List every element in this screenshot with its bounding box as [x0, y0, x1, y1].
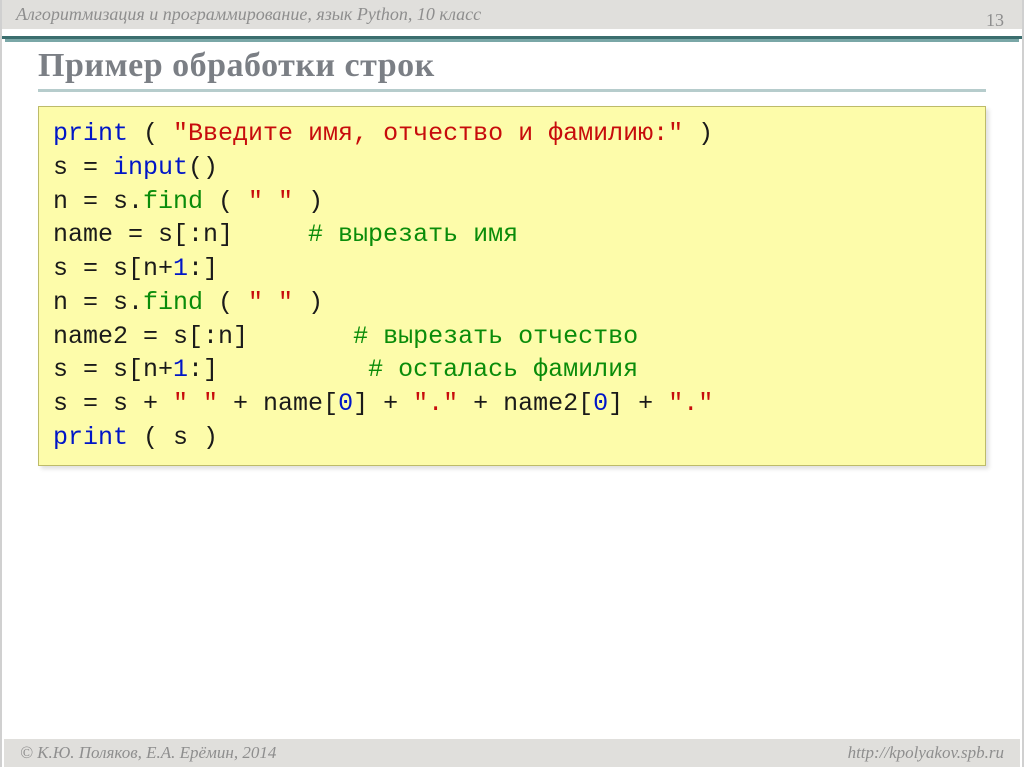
keyword-print: print: [53, 423, 128, 452]
header-divider: [2, 29, 1022, 39]
course-header: Алгоритмизация и программирование, язык …: [2, 0, 1022, 29]
string-literal: " ": [173, 389, 218, 418]
fn-find: find: [143, 288, 203, 317]
code-line-7: name2 = s[:n] # вырезать отчество: [53, 322, 638, 351]
title-underline: [38, 89, 986, 92]
number-literal: 0: [593, 389, 608, 418]
code-line-5: s = s[n+1:]: [53, 254, 218, 283]
code-line-8: s = s[n+1:] # осталась фамилия: [53, 355, 638, 384]
course-label: Алгоритмизация и программирование, язык …: [16, 4, 481, 24]
string-literal: ".": [668, 389, 713, 418]
code-line-9: s = s + " " + name[0] + "." + name2[0] +…: [53, 389, 713, 418]
comment: # осталась фамилия: [368, 355, 638, 384]
number-literal: 0: [338, 389, 353, 418]
string-literal: "Введите имя, отчество и фамилию:": [173, 119, 683, 148]
code-line-10: print ( s ): [53, 423, 218, 452]
number-literal: 1: [173, 355, 188, 384]
code-block: print ( "Введите имя, отчество и фамилию…: [38, 106, 986, 466]
keyword-input: input: [113, 153, 188, 182]
page-number: 13: [986, 10, 1004, 31]
string-literal: ".": [413, 389, 458, 418]
comment: # вырезать отчество: [353, 322, 638, 351]
footer: © К.Ю. Поляков, Е.А. Ерёмин, 2014 http:/…: [4, 739, 1020, 767]
string-literal: " ": [248, 288, 293, 317]
fn-find: find: [143, 187, 203, 216]
code-line-2: s = input(): [53, 153, 218, 182]
string-literal: " ": [248, 187, 293, 216]
slide-title: Пример обработки строк: [2, 39, 1022, 89]
footer-url: http://kpolyakov.spb.ru: [848, 743, 1004, 763]
code-line-6: n = s.find ( " " ): [53, 288, 323, 317]
code-line-3: n = s.find ( " " ): [53, 187, 323, 216]
slide: Алгоритмизация и программирование, язык …: [0, 0, 1024, 767]
keyword-print: print: [53, 119, 128, 148]
number-literal: 1: [173, 254, 188, 283]
comment: # вырезать имя: [308, 220, 518, 249]
copyright-text: © К.Ю. Поляков, Е.А. Ерёмин, 2014: [20, 743, 276, 763]
code-line-1: print ( "Введите имя, отчество и фамилию…: [53, 119, 713, 148]
code-line-4: name = s[:n] # вырезать имя: [53, 220, 518, 249]
